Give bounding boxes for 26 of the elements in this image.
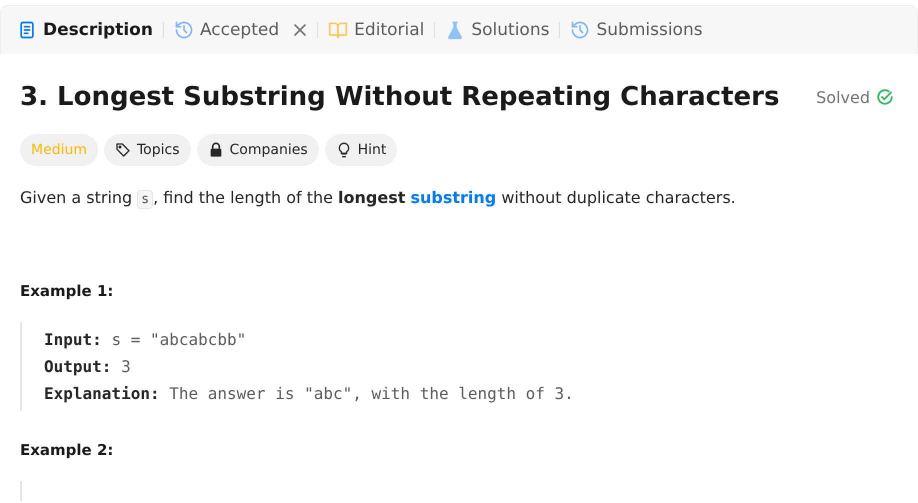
history-icon — [174, 20, 194, 40]
example-line: Output: 3 — [44, 356, 132, 378]
status-label: Solved — [816, 88, 870, 106]
tab[interactable]: Editorial — [322, 20, 430, 40]
substring-link[interactable]: substring — [410, 188, 496, 207]
tag-button[interactable]: Hint — [324, 134, 398, 166]
difficulty-badge: Medium — [20, 134, 98, 166]
example-heading: Example 2: — [20, 441, 114, 459]
tag-icon — [114, 142, 131, 158]
lock-icon — [208, 142, 224, 158]
close-icon[interactable] — [293, 23, 308, 37]
book-icon — [328, 20, 348, 40]
example-line: Input: s = "abcabcbb" — [44, 329, 248, 351]
lightbulb-icon — [336, 142, 352, 158]
inline-code: s — [137, 190, 154, 209]
tag-button[interactable]: Topics — [104, 134, 190, 166]
problem-title: 3. Longest Substring Without Repeating Characters — [20, 82, 780, 112]
tab[interactable]: Solutions — [439, 20, 556, 40]
tab[interactable]: Accepted — [168, 20, 314, 40]
tab[interactable]: Description — [11, 20, 159, 40]
tag-button[interactable]: Companies — [196, 134, 319, 166]
history-icon — [570, 20, 590, 40]
example-line: Explanation: The answer is "abc", with the length of 3. — [44, 383, 575, 405]
example-heading: Example 1: — [20, 282, 114, 300]
problem-description: Given a string s , find the length of the longest substring without duplicate characters. — [20, 187, 737, 211]
tab[interactable]: Submissions — [564, 20, 709, 40]
